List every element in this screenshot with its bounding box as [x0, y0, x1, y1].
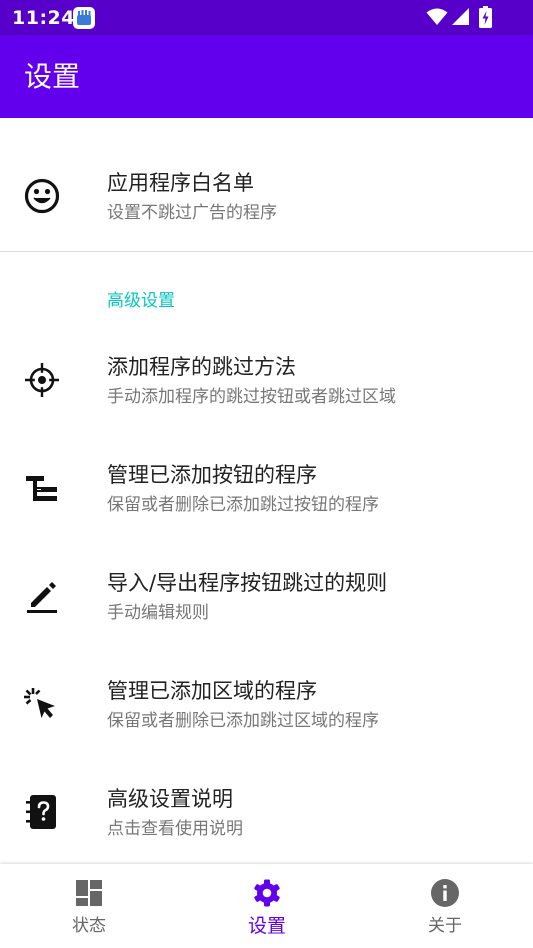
item-title: 管理已添加按钮的程序 [107, 463, 317, 487]
manage-button-programs-item[interactable]: 管理已添加按钮的程序 保留或者删除已添加跳过按钮的程序 [0, 440, 533, 536]
dashboard-icon [76, 880, 102, 906]
nav-status[interactable]: 状态 [0, 864, 178, 948]
item-subtitle: 手动添加程序的跳过按钮或者跳过区域 [107, 387, 396, 407]
advanced-help-item[interactable]: 高级设置说明 点击查看使用说明 [0, 764, 533, 860]
tree-list-icon [26, 476, 57, 501]
status-time: 11:24 [12, 7, 75, 29]
item-subtitle: 设置不跳过广告的程序 [107, 203, 277, 223]
status-bar: 11:24 [0, 0, 533, 35]
settings-list: 应用程序白名单 设置不跳过广告的程序 高级设置 添加程序的跳过方法 手动添加程序… [0, 118, 533, 864]
item-subtitle: 保留或者删除已添加跳过区域的程序 [107, 711, 379, 731]
manage-region-programs-item[interactable]: 管理已添加区域的程序 保留或者删除已添加跳过区域的程序 [0, 656, 533, 752]
gear-icon [254, 879, 280, 907]
item-subtitle: 保留或者删除已添加跳过按钮的程序 [107, 495, 379, 515]
item-title: 高级设置说明 [107, 787, 233, 811]
whitelist-item[interactable]: 应用程序白名单 设置不跳过广告的程序 [0, 146, 533, 242]
nav-label: 设置 [247, 915, 286, 937]
app-bar: 设置 [0, 35, 533, 118]
help-notebook-icon [26, 795, 56, 829]
info-icon [431, 879, 459, 907]
page-title: 设置 [24, 60, 81, 93]
smiley-icon [24, 178, 60, 214]
divider [0, 251, 533, 252]
cursor-click-icon [24, 688, 55, 718]
item-title: 管理已添加区域的程序 [107, 679, 317, 703]
notification-app-icon [73, 7, 95, 29]
item-title: 导入/导出程序按钮跳过的规则 [107, 571, 388, 595]
nav-label: 关于 [428, 916, 462, 936]
nav-label: 状态 [72, 916, 106, 936]
nav-settings[interactable]: 设置 [178, 864, 356, 948]
nav-about[interactable]: 关于 [356, 864, 533, 948]
item-subtitle: 点击查看使用说明 [107, 819, 243, 839]
section-header-advanced: 高级设置 [107, 291, 175, 311]
item-subtitle: 手动编辑规则 [107, 603, 209, 623]
item-title: 添加程序的跳过方法 [107, 355, 296, 379]
crosshair-icon [25, 363, 59, 397]
item-title: 应用程序白名单 [107, 171, 254, 195]
add-skip-method-item[interactable]: 添加程序的跳过方法 手动添加程序的跳过按钮或者跳过区域 [0, 332, 533, 428]
battery-charging-icon [479, 6, 492, 28]
cell-signal-icon [452, 8, 469, 25]
import-export-rules-item[interactable]: 导入/导出程序按钮跳过的规则 手动编辑规则 [0, 548, 533, 644]
bottom-navigation: 状态 设置 关于 [0, 864, 533, 948]
wifi-icon [426, 8, 448, 25]
pencil-icon [27, 582, 57, 613]
